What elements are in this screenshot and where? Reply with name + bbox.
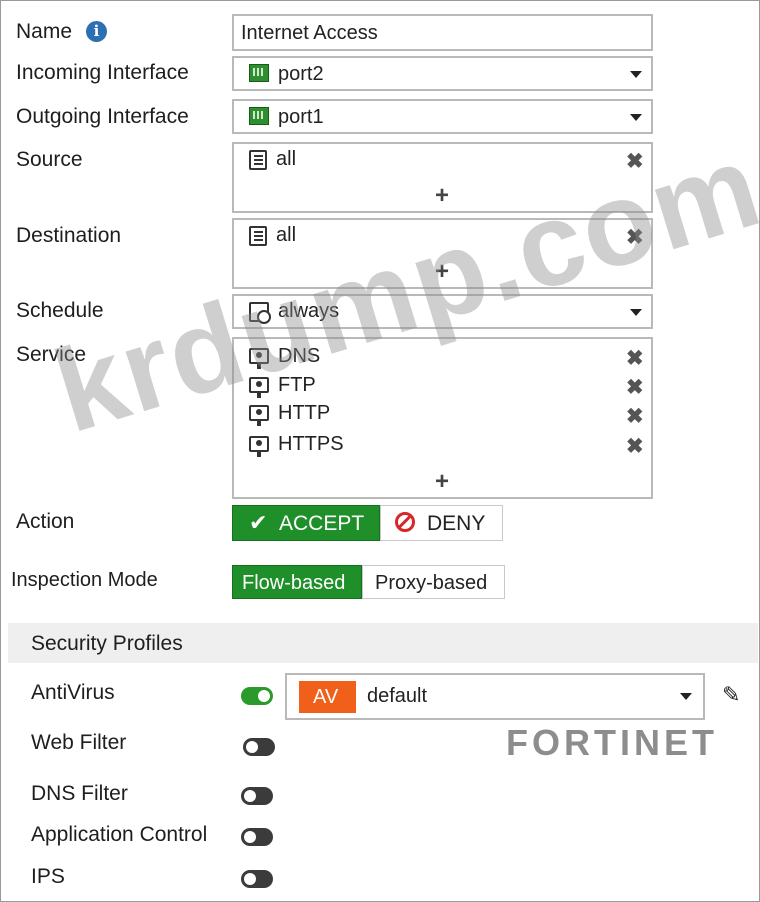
address-icon — [249, 150, 267, 170]
outgoing-interface-select[interactable]: port1 — [232, 99, 653, 134]
plus-icon[interactable]: + — [435, 184, 449, 208]
flow-based-option[interactable]: Flow-based — [232, 565, 362, 599]
check-icon: ✔ — [249, 511, 268, 536]
schedule-label: Schedule — [16, 299, 104, 322]
inspection-mode-label: Inspection Mode — [11, 569, 158, 591]
chevron-down-icon — [680, 693, 692, 700]
plus-icon[interactable]: + — [435, 470, 449, 494]
service-name: FTP — [278, 374, 316, 396]
service-name: HTTPS — [278, 433, 344, 455]
outgoing-interface-label: Outgoing Interface — [16, 105, 189, 128]
service-item: HTTP ✖ — [234, 402, 651, 428]
service-icon — [249, 377, 269, 398]
deny-label: DENY — [427, 512, 486, 535]
ips-toggle[interactable] — [241, 870, 273, 888]
close-icon[interactable]: ✖ — [626, 151, 644, 172]
web-filter-toggle[interactable] — [243, 738, 275, 756]
antivirus-toggle[interactable] — [241, 687, 273, 705]
dns-filter-toggle[interactable] — [241, 787, 273, 805]
port-icon — [249, 64, 269, 82]
close-icon[interactable]: ✖ — [626, 436, 644, 457]
security-profiles-title: Security Profiles — [31, 632, 183, 655]
source-value: all — [276, 148, 297, 170]
name-label: Name — [16, 20, 73, 43]
port-icon — [249, 107, 269, 125]
close-icon[interactable]: ✖ — [626, 227, 644, 248]
pencil-icon[interactable]: ✎ — [722, 682, 740, 708]
destination-field[interactable]: all ✖ + — [232, 218, 653, 289]
antivirus-profile-select[interactable]: AV default — [285, 673, 705, 720]
service-icon — [249, 405, 269, 426]
source-field[interactable]: all ✖ + — [232, 142, 653, 213]
ips-label: IPS — [31, 865, 65, 888]
proxy-based-label: Proxy-based — [375, 572, 488, 594]
service-icon — [249, 436, 269, 457]
name-input[interactable]: Internet Access — [232, 14, 653, 51]
plus-icon[interactable]: + — [435, 260, 449, 284]
application-control-toggle[interactable] — [241, 828, 273, 846]
accept-label: ACCEPT — [279, 512, 365, 535]
web-filter-label: Web Filter — [31, 731, 127, 754]
antivirus-label: AntiVirus — [31, 681, 115, 704]
schedule-select[interactable]: always — [232, 294, 653, 329]
schedule-icon — [249, 302, 271, 324]
dns-filter-label: DNS Filter — [31, 782, 128, 805]
chevron-down-icon — [630, 114, 642, 121]
application-control-label: Application Control — [31, 823, 208, 846]
antivirus-profile-value: default — [367, 685, 428, 707]
deny-icon — [395, 512, 415, 532]
outgoing-interface-value: port1 — [278, 106, 324, 128]
av-badge-text: AV — [313, 686, 339, 708]
service-item: FTP ✖ — [234, 374, 651, 400]
service-icon — [249, 348, 269, 369]
service-label: Service — [16, 343, 87, 366]
incoming-interface-label: Incoming Interface — [16, 61, 189, 84]
source-label: Source — [16, 148, 83, 171]
info-icon[interactable]: i — [86, 21, 107, 42]
service-item: HTTPS ✖ — [234, 433, 651, 459]
deny-button[interactable]: DENY — [380, 505, 503, 541]
av-badge: AV — [299, 681, 356, 713]
chevron-down-icon — [630, 71, 642, 78]
proxy-based-option[interactable]: Proxy-based — [362, 565, 505, 599]
service-name: DNS — [278, 345, 321, 367]
address-icon — [249, 226, 267, 246]
accept-button[interactable]: ✔ ACCEPT — [232, 505, 380, 541]
fortinet-logo: FORTINET — [506, 722, 718, 763]
incoming-interface-value: port2 — [278, 63, 324, 85]
incoming-interface-select[interactable]: port2 — [232, 56, 653, 91]
destination-value: all — [276, 224, 297, 246]
chevron-down-icon — [630, 309, 642, 316]
name-input-value: Internet Access — [241, 22, 378, 44]
close-icon[interactable]: ✖ — [626, 377, 644, 398]
service-item: DNS ✖ — [234, 345, 651, 371]
service-name: HTTP — [278, 402, 331, 424]
security-profiles-header: Security Profiles — [8, 623, 758, 663]
close-icon[interactable]: ✖ — [626, 348, 644, 369]
action-label: Action — [16, 510, 75, 533]
destination-label: Destination — [16, 224, 122, 247]
service-field[interactable]: DNS ✖ FTP ✖ HTTP ✖ HTTPS ✖ + — [232, 337, 653, 499]
schedule-value: always — [278, 300, 340, 322]
close-icon[interactable]: ✖ — [626, 406, 644, 427]
flow-based-label: Flow-based — [242, 572, 346, 594]
